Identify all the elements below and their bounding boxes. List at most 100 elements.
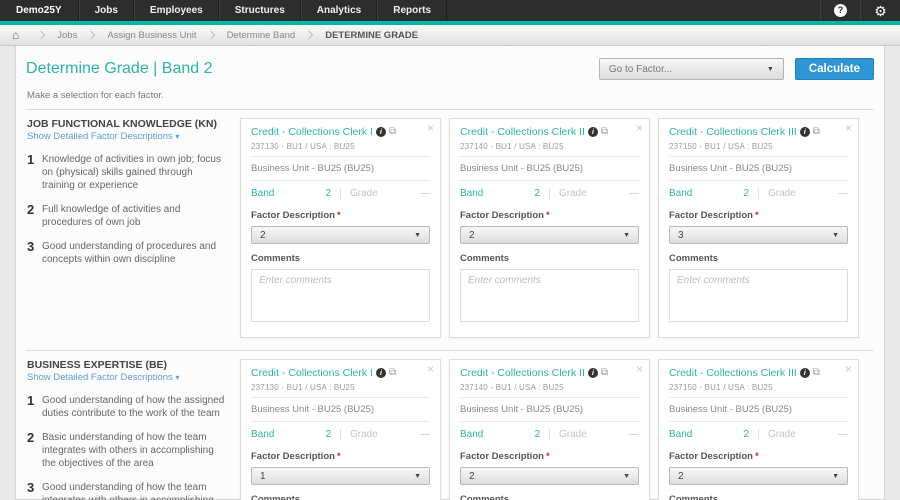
grade-label: Grade: [350, 429, 378, 440]
band-label: Band: [251, 429, 274, 440]
breadcrumb-determine-band[interactable]: Determine Band: [223, 30, 300, 41]
factor-description-label: Factor Description*: [669, 210, 848, 221]
copy-icon[interactable]: ⧉: [389, 127, 396, 137]
close-icon[interactable]: ×: [845, 122, 852, 134]
nav-item-analytics[interactable]: Analytics: [301, 0, 377, 21]
factor-description-select[interactable]: 2▼: [460, 467, 639, 485]
business-unit-text: Business Unit - BU25 (BU25): [669, 398, 848, 422]
breadcrumb: ⌂ Jobs Assign Business Unit Determine Ba…: [0, 25, 900, 46]
factor-description-select[interactable]: 2▼: [460, 226, 639, 244]
gear-icon: ⚙: [874, 4, 887, 18]
job-card: × Credit - Collections Clerk III i ⧉ 237…: [658, 359, 859, 500]
section-job-functional-knowledge: JOB FUNCTIONAL KNOWLEDGE (KN) Show Detai…: [16, 110, 884, 350]
band-value: 2: [743, 429, 749, 440]
breadcrumb-assign-business-unit[interactable]: Assign Business Unit: [103, 30, 200, 41]
chevron-down-icon: ▾: [175, 132, 179, 141]
job-code: 237140 - BU1 / USA : BU25: [460, 138, 639, 157]
level-number: 1: [27, 394, 42, 420]
copy-icon[interactable]: ⧉: [601, 127, 608, 137]
info-icon[interactable]: i: [376, 127, 386, 137]
factor-descriptions-column: JOB FUNCTIONAL KNOWLEDGE (KN) Show Detai…: [27, 118, 240, 338]
grade-label: Grade: [350, 188, 378, 199]
factor-level: 2Full knowledge of activities and proced…: [27, 203, 228, 229]
info-icon[interactable]: i: [800, 368, 810, 378]
level-number: 2: [27, 203, 42, 229]
factor-description-select[interactable]: 3▼: [669, 226, 848, 244]
help-button[interactable]: ?: [820, 0, 860, 21]
factor-descriptions-column: BUSINESS EXPERTISE (BE) Show Detailed Fa…: [27, 359, 240, 500]
nav-item-reports[interactable]: Reports: [377, 0, 447, 21]
breadcrumb-jobs[interactable]: Jobs: [53, 30, 81, 41]
job-title-link[interactable]: Credit - Collections Clerk II: [460, 367, 585, 379]
factor-heading: JOB FUNCTIONAL KNOWLEDGE (KN): [27, 118, 228, 130]
comments-textarea[interactable]: [251, 269, 430, 322]
copy-icon[interactable]: ⧉: [813, 368, 820, 378]
job-title-link[interactable]: Credit - Collections Clerk III: [669, 126, 797, 138]
top-nav: Demo25Y Jobs Employees Structures Analyt…: [0, 0, 900, 21]
grade-value: —: [838, 188, 848, 199]
close-icon[interactable]: ×: [427, 122, 434, 134]
copy-icon[interactable]: ⧉: [389, 368, 396, 378]
factor-description-select[interactable]: 2▼: [251, 226, 430, 244]
goto-factor-value: Go to Factor...: [609, 64, 672, 75]
required-asterisk: *: [546, 451, 550, 462]
close-icon[interactable]: ×: [636, 363, 643, 375]
grade-label: Grade: [559, 188, 587, 199]
job-title-link[interactable]: Credit - Collections Clerk III: [669, 367, 797, 379]
level-number: 3: [27, 481, 42, 500]
info-icon[interactable]: i: [376, 368, 386, 378]
factor-heading: BUSINESS EXPERTISE (BE): [27, 359, 228, 371]
band-grade-row: Band2 Grade—: [460, 422, 639, 448]
factor-description-label: Factor Description*: [460, 210, 639, 221]
home-icon[interactable]: ⌂: [0, 29, 31, 41]
band-label: Band: [251, 188, 274, 199]
factor-description-value: 2: [469, 471, 475, 482]
comments-label: Comments: [460, 494, 639, 500]
show-detailed-descriptions-link[interactable]: Show Detailed Factor Descriptions ▾: [27, 372, 228, 383]
band-value: 2: [534, 429, 540, 440]
calculate-button[interactable]: Calculate: [795, 58, 874, 80]
job-title-link[interactable]: Credit - Collections Clerk I: [251, 126, 373, 138]
copy-icon[interactable]: ⧉: [813, 127, 820, 137]
info-icon[interactable]: i: [588, 127, 598, 137]
close-icon[interactable]: ×: [636, 122, 643, 134]
comments-textarea[interactable]: [460, 269, 639, 322]
close-icon[interactable]: ×: [845, 363, 852, 375]
factor-description-value: 2: [260, 230, 266, 241]
grade-label: Grade: [768, 429, 796, 440]
job-cards-row: × Credit - Collections Clerk I i ⧉ 23713…: [240, 359, 859, 500]
band-grade-row: Band2 Grade—: [460, 181, 639, 207]
chevron-down-icon: ▼: [414, 232, 421, 239]
chevron-sep-icon: [206, 31, 214, 39]
job-title-link[interactable]: Credit - Collections Clerk I: [251, 367, 373, 379]
close-icon[interactable]: ×: [427, 363, 434, 375]
factor-description-label: Factor Description*: [251, 210, 430, 221]
job-code: 237130 - BU1 / USA : BU25: [251, 138, 430, 157]
job-code: 237140 - BU1 / USA : BU25: [460, 379, 639, 398]
copy-icon[interactable]: ⧉: [601, 368, 608, 378]
chevron-down-icon: ▼: [767, 66, 774, 73]
nav-item-employees[interactable]: Employees: [134, 0, 219, 21]
nav-item-jobs[interactable]: Jobs: [79, 0, 134, 21]
nav-item-structures[interactable]: Structures: [219, 0, 301, 21]
grade-value: —: [420, 429, 430, 440]
level-text: Good understanding of procedures and con…: [42, 240, 228, 266]
show-detailed-descriptions-link[interactable]: Show Detailed Factor Descriptions ▾: [27, 131, 228, 142]
factor-description-label: Factor Description*: [251, 451, 430, 462]
settings-button[interactable]: ⚙: [860, 0, 900, 21]
chevron-sep-icon: [87, 31, 95, 39]
brand-menu[interactable]: Demo25Y: [0, 0, 79, 21]
factor-description-select[interactable]: 1▼: [251, 467, 430, 485]
goto-factor-select[interactable]: Go to Factor... ▼: [599, 58, 784, 80]
job-title-link[interactable]: Credit - Collections Clerk II: [460, 126, 585, 138]
factor-description-select[interactable]: 2▼: [669, 467, 848, 485]
factor-level: 3Good understanding of procedures and co…: [27, 240, 228, 266]
chevron-down-icon: ▼: [414, 473, 421, 480]
factor-description-label: Factor Description*: [669, 451, 848, 462]
level-text: Good understanding of how the assigned d…: [42, 394, 228, 420]
band-grade-row: Band2 Grade—: [669, 422, 848, 448]
comments-label: Comments: [251, 494, 430, 500]
info-icon[interactable]: i: [588, 368, 598, 378]
comments-textarea[interactable]: [669, 269, 848, 322]
info-icon[interactable]: i: [800, 127, 810, 137]
